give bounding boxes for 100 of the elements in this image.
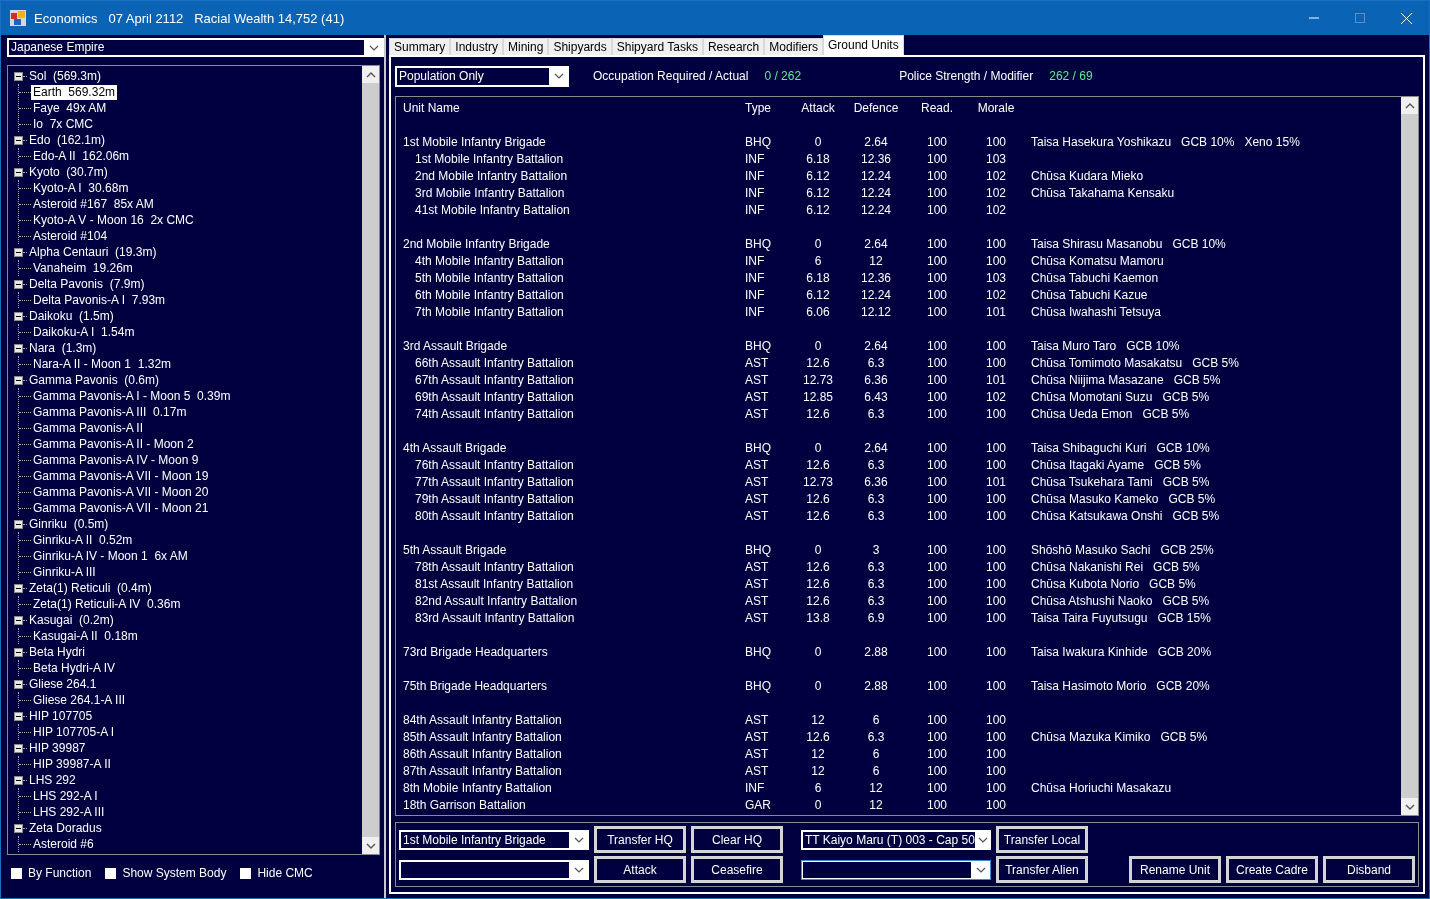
unit-dropdown[interactable]: 1st Mobile Infantry Brigade: [399, 829, 589, 850]
collapse-icon[interactable]: [14, 679, 23, 689]
tree-node[interactable]: Gamma Pavonis-A VII - Moon 20: [31, 484, 211, 500]
tree-node[interactable]: Gamma Pavonis-A I - Moon 5 0.39m: [31, 388, 233, 404]
tab[interactable]: Mining: [503, 38, 549, 55]
tree-node[interactable]: Asteroid #104: [31, 228, 110, 244]
checkbox[interactable]: [11, 867, 22, 879]
column-header[interactable]: Unit Name: [403, 100, 745, 115]
tree-node[interactable]: Nara-A II - Moon 1 1.32m: [31, 356, 174, 372]
collapse-icon[interactable]: [14, 823, 23, 833]
collapse-icon[interactable]: [14, 311, 23, 321]
tree-node[interactable]: Daikoku (1.5m): [27, 308, 116, 324]
column-header[interactable]: Type: [745, 100, 797, 115]
tab[interactable]: Shipyards: [548, 38, 612, 55]
tree-node[interactable]: Zeta(1) Reticuli (0.4m): [27, 580, 154, 596]
tree-node[interactable]: Earth 569.32m: [31, 84, 118, 100]
tree-node[interactable]: Delta Pavonis (7.9m): [27, 276, 147, 292]
tree-node[interactable]: HIP 39987-A II: [31, 756, 113, 772]
checkbox[interactable]: [105, 867, 117, 879]
collapse-icon[interactable]: [14, 343, 23, 353]
tree-node[interactable]: HIP 39987: [27, 740, 88, 756]
tree-node[interactable]: Ginriku-A II 0.52m: [31, 532, 135, 548]
tab[interactable]: Shipyard Tasks: [611, 38, 703, 55]
tab[interactable]: Industry: [450, 38, 504, 55]
column-header[interactable]: Morale: [961, 100, 1031, 115]
tree-node[interactable]: Io 7x CMC: [31, 116, 95, 132]
unit-dropdown[interactable]: TT Kaiyo Maru (T) 003 - Cap 50: [801, 829, 991, 850]
tree-node[interactable]: Gliese 264.1-A III: [31, 692, 128, 708]
column-header[interactable]: Read.: [913, 100, 961, 115]
collapse-icon[interactable]: [14, 135, 23, 145]
action-button[interactable]: Transfer Alien: [996, 856, 1088, 883]
tree-node[interactable]: Gliese 264.1: [27, 676, 99, 692]
tree-node[interactable]: Sol (569.3m): [27, 68, 104, 84]
tree-node[interactable]: Beta Hydri: [27, 644, 88, 660]
tree-node[interactable]: Faye 49x AM: [31, 100, 109, 116]
collapse-icon[interactable]: [14, 583, 23, 593]
action-button[interactable]: Transfer Local: [996, 826, 1088, 853]
tree-node[interactable]: Beta Hydri-A IV: [31, 660, 118, 676]
collapse-icon[interactable]: [14, 775, 23, 785]
tree-node[interactable]: Delta Pavonis-A I 7.93m: [31, 292, 168, 308]
scrollbar[interactable]: [1401, 97, 1418, 815]
collapse-icon[interactable]: [14, 247, 23, 257]
tree-node[interactable]: Gamma Pavonis-A VII - Moon 19: [31, 468, 211, 484]
tree-node[interactable]: Asteroid #167 85x AM: [31, 196, 156, 212]
tree-node[interactable]: Gamma Pavonis (0.6m): [27, 372, 162, 388]
tree-node[interactable]: Kasugai-A II 0.18m: [31, 628, 140, 644]
tree-node[interactable]: Vanaheim 19.26m: [31, 260, 135, 276]
tree-node[interactable]: Ginriku (0.5m): [27, 516, 111, 532]
tree-node[interactable]: Zeta(1) Reticuli-A IV 0.36m: [31, 596, 183, 612]
tree-node[interactable]: Gamma Pavonis-A IV - Moon 9: [31, 452, 201, 468]
race-dropdown[interactable]: Japanese Empire: [7, 38, 384, 57]
tree-node[interactable]: Kyoto (30.7m): [27, 164, 110, 180]
tree-node[interactable]: Zeta Doradus: [27, 820, 104, 836]
tree-node[interactable]: Kyoto-A I 30.68m: [31, 180, 131, 196]
tree-node[interactable]: Nara (1.3m): [27, 340, 99, 356]
tree-node[interactable]: Gamma Pavonis-A VII - Moon 21: [31, 500, 211, 516]
action-button[interactable]: Transfer HQ: [594, 826, 686, 853]
collapse-icon[interactable]: [14, 167, 23, 177]
tree-node[interactable]: LHS 292-A III: [31, 804, 107, 820]
tree-node[interactable]: Edo-A II 162.06m: [31, 148, 132, 164]
tree-node[interactable]: Ginriku-A III: [31, 564, 98, 580]
tree-node[interactable]: Gamma Pavonis-A II - Moon 2: [31, 436, 196, 452]
action-button[interactable]: Disband: [1323, 856, 1415, 883]
collapse-icon[interactable]: [14, 615, 23, 625]
tree-node[interactable]: LHS 292-A I: [31, 788, 100, 804]
column-header[interactable]: Attack: [797, 100, 839, 115]
tree-node[interactable]: Kasugai (0.2m): [27, 612, 116, 628]
action-button[interactable]: Create Cadre: [1226, 856, 1318, 883]
tab[interactable]: Ground Units: [822, 35, 904, 55]
action-button[interactable]: Ceasefire: [691, 856, 783, 883]
tree-node[interactable]: Asteroid #6: [31, 836, 96, 852]
collapse-icon[interactable]: [14, 711, 23, 721]
action-button[interactable]: Attack: [594, 856, 686, 883]
tab[interactable]: Research: [702, 38, 765, 55]
action-button[interactable]: Clear HQ: [691, 826, 783, 853]
tree-node[interactable]: HIP 107705: [27, 708, 95, 724]
column-header[interactable]: Defence: [839, 100, 913, 115]
collapse-icon[interactable]: [14, 279, 23, 289]
tree-node[interactable]: Ginriku-A IV - Moon 1 6x AM: [31, 548, 190, 564]
tab[interactable]: Summary: [389, 38, 451, 55]
filter-dropdown[interactable]: Population Only: [395, 65, 569, 87]
close-icon[interactable]: [1400, 12, 1412, 24]
collapse-icon[interactable]: [14, 375, 23, 385]
unit-dropdown[interactable]: [801, 859, 991, 880]
tab[interactable]: Modifiers: [764, 38, 823, 55]
collapse-icon[interactable]: [14, 519, 23, 529]
collapse-icon[interactable]: [14, 647, 23, 657]
tree-node[interactable]: LHS 292: [27, 772, 78, 788]
scrollbar[interactable]: [362, 66, 379, 854]
tree-node[interactable]: Alpha Centauri (19.3m): [27, 244, 159, 260]
tree-node[interactable]: Gamma Pavonis-A II: [31, 420, 146, 436]
tree-node[interactable]: Gamma Pavonis-A III 0.17m: [31, 404, 189, 420]
collapse-icon[interactable]: [14, 71, 23, 81]
tree-node[interactable]: HIP 107705-A I: [31, 724, 117, 740]
action-button[interactable]: Rename Unit: [1129, 856, 1221, 883]
tree-node[interactable]: Edo (162.1m): [27, 132, 108, 148]
collapse-icon[interactable]: [14, 743, 23, 753]
tree-node[interactable]: Daikoku-A I 1.54m: [31, 324, 137, 340]
checkbox[interactable]: [240, 867, 252, 879]
tree-node[interactable]: Kyoto-A V - Moon 16 2x CMC: [31, 212, 196, 228]
